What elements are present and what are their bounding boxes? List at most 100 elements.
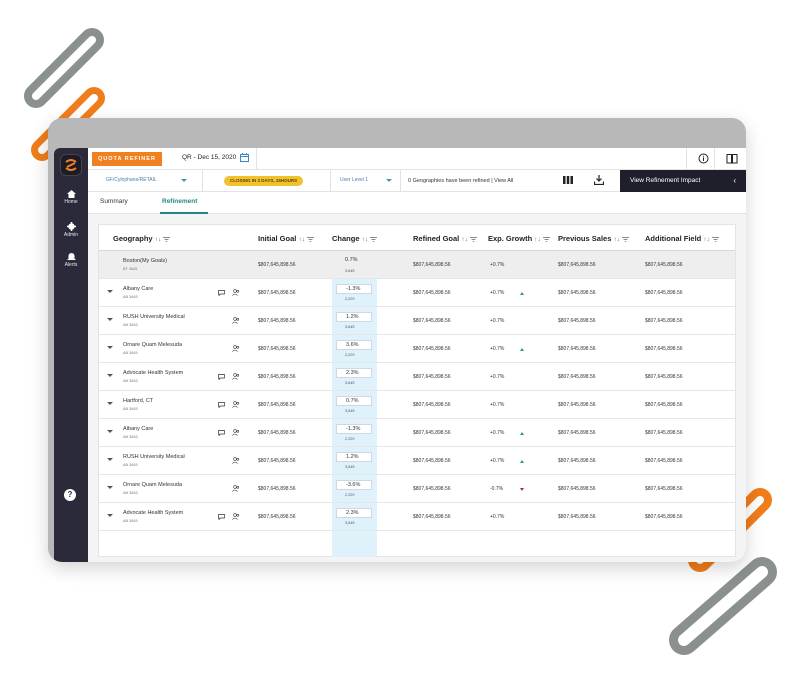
expand-caret-icon[interactable] — [107, 290, 113, 293]
refined-goal-cell: $807,645,898.56 — [413, 346, 451, 352]
user-level-select[interactable]: User Level 1 — [340, 177, 368, 183]
sidebar-item-home[interactable]: Home — [54, 190, 88, 205]
sort-icon[interactable]: ↑↓ — [613, 236, 620, 243]
calendar-icon[interactable] — [240, 153, 249, 162]
change-units: 3,645 — [345, 465, 355, 469]
chevron-down-icon[interactable] — [386, 179, 392, 182]
column-header-change[interactable]: Change ↑↓ — [332, 234, 378, 243]
filter-icon[interactable] — [370, 236, 378, 242]
expand-caret-icon[interactable] — [107, 458, 113, 461]
tab-summary[interactable]: Summary — [100, 198, 128, 205]
table-row[interactable]: Albany Care AB 3645 $807,645,898.56 -1.3% 2,… — [99, 279, 735, 307]
comment-icon[interactable] — [218, 514, 225, 520]
table-row[interactable]: Advocate Health System AB 3645 $807,645,89… — [99, 503, 735, 531]
additional-field-cell: $807,645,898.56 — [645, 458, 683, 464]
people-icon[interactable] — [232, 373, 240, 380]
expand-caret-icon[interactable] — [107, 318, 113, 321]
change-input[interactable]: -1.3% — [336, 424, 372, 434]
people-icon[interactable] — [232, 513, 240, 520]
column-header-previous-sales[interactable]: Previous Sales ↑↓ — [558, 234, 629, 243]
home-icon — [66, 190, 76, 198]
table-row-summary[interactable]: Boston(My Goals) BT 3645 $807,645,898.56 0.… — [99, 251, 735, 279]
people-icon[interactable] — [232, 317, 240, 324]
change-input[interactable]: 2.3% — [336, 368, 372, 378]
people-icon[interactable] — [232, 401, 240, 408]
initial-goal-cell: $807,645,898.56 — [258, 374, 296, 380]
additional-field-cell: $807,645,898.56 — [645, 346, 683, 352]
expand-caret-icon[interactable] — [107, 514, 113, 517]
expand-caret-icon[interactable] — [107, 374, 113, 377]
filter-icon[interactable] — [163, 236, 171, 242]
people-icon[interactable] — [232, 429, 240, 436]
app-logo[interactable] — [60, 154, 82, 176]
people-icon[interactable] — [232, 457, 240, 464]
sort-icon[interactable]: ↑↓ — [298, 236, 305, 243]
view-refinement-impact-button[interactable]: View Refinement Impact ‹ — [620, 170, 746, 192]
filter-icon[interactable] — [306, 236, 314, 242]
geography-name: Ornare Quam Melesuda — [123, 342, 182, 348]
exp-growth-cell: +0.7% — [490, 318, 505, 324]
sort-icon[interactable]: ↑↓ — [703, 236, 710, 243]
initial-goal-cell: $807,645,898.56 — [258, 402, 296, 408]
filter-icon[interactable] — [711, 236, 719, 242]
filter-icon[interactable] — [469, 236, 477, 242]
change-input[interactable]: 1.2% — [336, 312, 372, 322]
expand-caret-icon[interactable] — [107, 402, 113, 405]
top-bar: QUOTA REFINER QR - Dec 15, 2020 — [88, 148, 746, 170]
change-input[interactable]: -1.3% — [336, 284, 372, 294]
change-input[interactable]: 3.6% — [336, 340, 372, 350]
column-header-geography[interactable]: Geography ↑↓ — [113, 234, 171, 243]
filter-icon[interactable] — [542, 236, 550, 242]
sort-icon[interactable]: ↑↓ — [461, 236, 468, 243]
column-header-additional-field[interactable]: Additional Field ↑↓ — [645, 234, 719, 243]
people-icon[interactable] — [232, 289, 240, 296]
expand-caret-icon[interactable] — [107, 430, 113, 433]
previous-sales-cell: $807,645,898.56 — [558, 262, 596, 268]
app-title: QUOTA REFINER — [92, 152, 162, 166]
people-icon[interactable] — [232, 345, 240, 352]
sidebar-item-admin[interactable]: Admin — [54, 222, 88, 238]
expand-caret-icon[interactable] — [107, 346, 113, 349]
filter-icon[interactable] — [621, 236, 629, 242]
column-header-initial-goal[interactable]: Initial Goal ↑↓ — [258, 234, 314, 243]
table-row[interactable]: Advocate Health System AB 3645 $807,645,89… — [99, 363, 735, 391]
sort-icon[interactable]: ↑↓ — [155, 236, 162, 243]
product-select[interactable]: GF/Cylophane/RETAIL — [106, 177, 157, 183]
comment-icon[interactable] — [218, 402, 225, 408]
change-input[interactable]: -3.6% — [336, 480, 372, 490]
table-row[interactable]: Ornare Quam Melesuda AB 3645 $807,645,898.… — [99, 475, 735, 503]
comment-icon[interactable] — [218, 374, 225, 380]
book-icon[interactable] — [726, 153, 738, 164]
chevron-down-icon[interactable] — [181, 179, 187, 182]
info-icon[interactable] — [698, 153, 709, 164]
initial-goal-cell: $807,645,898.56 — [258, 290, 296, 296]
sort-icon[interactable]: ↑↓ — [362, 236, 369, 243]
change-input[interactable]: 1.2% — [336, 452, 372, 462]
download-icon[interactable] — [594, 175, 604, 185]
comment-icon[interactable] — [218, 430, 225, 436]
view-all-link[interactable]: View All — [494, 178, 513, 184]
table-row[interactable]: Ornare Quam Melesuda AB 3645 $807,645,898.… — [99, 335, 735, 363]
table-row[interactable]: RUSH University Medical AB 3645 $807,645,8… — [99, 447, 735, 475]
sort-icon[interactable]: ↑↓ — [534, 236, 541, 243]
table-row[interactable]: RUSH University Medical AB 3645 $807,645,8… — [99, 307, 735, 335]
expand-caret-icon[interactable] — [107, 486, 113, 489]
people-icon[interactable] — [232, 485, 240, 492]
exp-growth-cell: +0.7% — [490, 374, 505, 380]
help-icon[interactable]: ? — [64, 489, 76, 501]
change-input[interactable]: 2.3% — [336, 508, 372, 518]
exp-growth-cell: +0.7% — [490, 346, 505, 352]
columns-icon[interactable] — [563, 176, 573, 184]
divider — [330, 170, 331, 192]
change-units: 3,645 — [345, 521, 355, 525]
column-header-refined-goal[interactable]: Refined Goal ↑↓ — [413, 234, 477, 243]
change-input[interactable]: 0.7% — [336, 396, 372, 406]
sidebar-item-alerts[interactable]: Alerts — [54, 252, 88, 268]
column-header-exp-growth[interactable]: Exp. Growth ↑↓ — [488, 234, 550, 243]
table-row[interactable]: Hartford, CT AB 3645 $807,645,898.56 0.7% 3,… — [99, 391, 735, 419]
change-units: 2,229 — [345, 437, 355, 441]
table-row[interactable]: Albany Care AB 3645 $807,645,898.56 -1.3% 2,… — [99, 419, 735, 447]
comment-icon[interactable] — [218, 290, 225, 296]
tab-refinement[interactable]: Refinement — [162, 198, 197, 205]
change-input[interactable]: 0.7% — [336, 256, 372, 266]
